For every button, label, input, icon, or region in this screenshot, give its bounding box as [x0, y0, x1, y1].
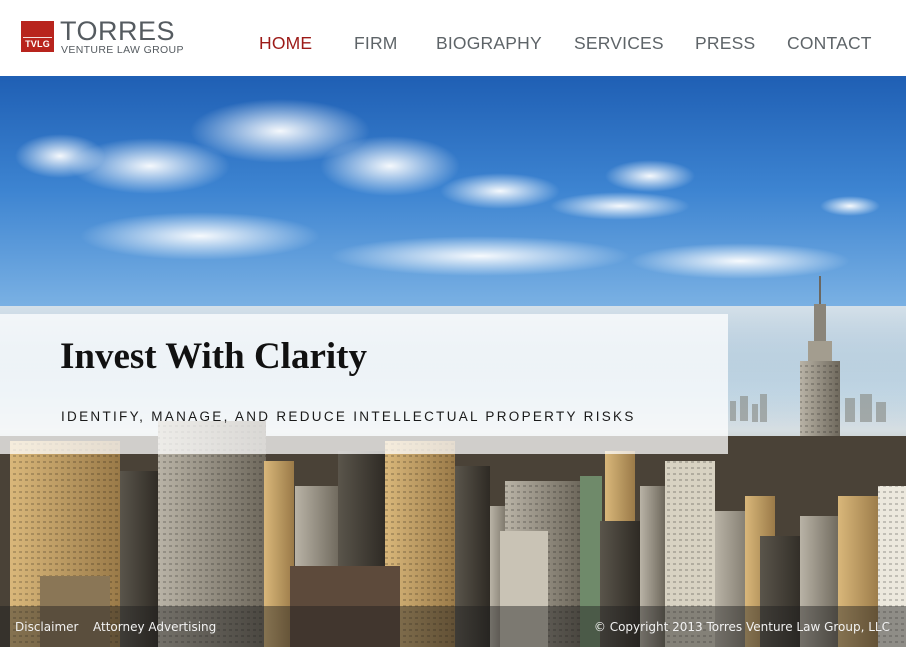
- nav-item-contact[interactable]: CONTACT: [787, 33, 872, 54]
- nav-item-services[interactable]: SERVICES: [574, 33, 664, 54]
- site-footer: Disclaimer Attorney Advertising © Copyri…: [0, 606, 906, 647]
- disclaimer-link[interactable]: Disclaimer: [15, 620, 78, 634]
- site-header: TVLG TORRES VENTURE LAW GROUP HOME FIRM …: [0, 0, 906, 76]
- main-nav: HOME FIRM BIOGRAPHY SERVICES PRESS CONTA…: [0, 33, 906, 53]
- nav-item-press[interactable]: PRESS: [695, 33, 755, 54]
- hero-banner: Invest With Clarity IDENTIFY, MANAGE, AN…: [0, 76, 906, 647]
- hero-title: Invest With Clarity: [60, 336, 367, 377]
- attorney-advertising-link[interactable]: Attorney Advertising: [93, 620, 216, 634]
- nav-item-home[interactable]: HOME: [259, 33, 312, 54]
- copyright-text: © Copyright 2013 Torres Venture Law Grou…: [593, 620, 890, 634]
- hero-subtitle: IDENTIFY, MANAGE, AND REDUCE INTELLECTUA…: [61, 409, 636, 424]
- nav-item-biography[interactable]: BIOGRAPHY: [436, 33, 542, 54]
- nav-item-firm[interactable]: FIRM: [354, 33, 398, 54]
